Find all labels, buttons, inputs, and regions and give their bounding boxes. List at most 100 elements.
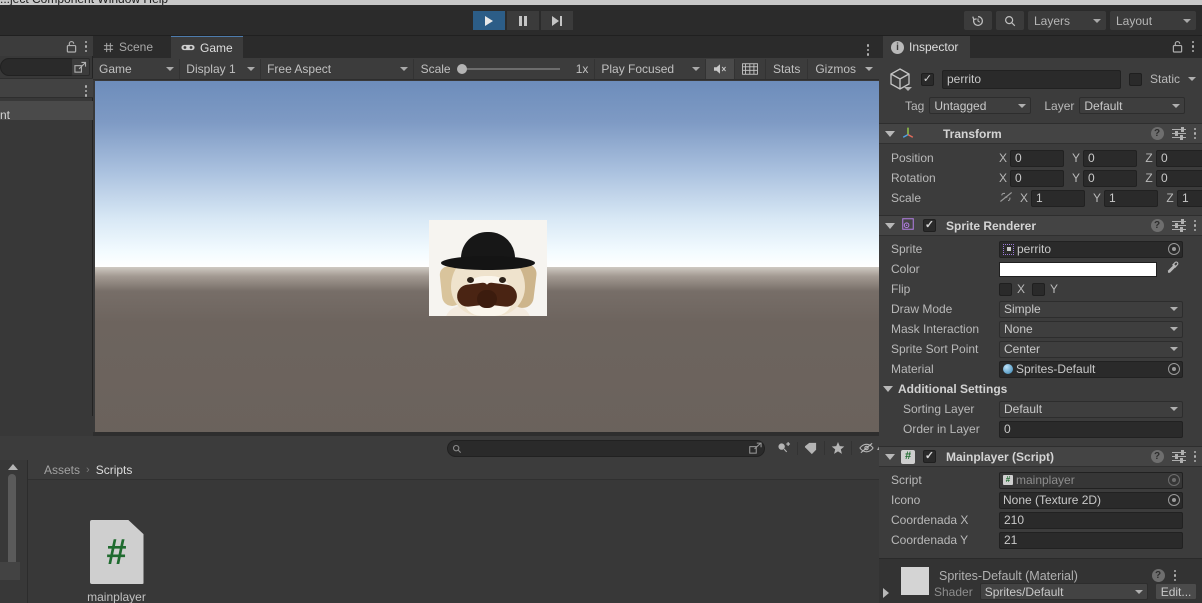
coordenada-y-input[interactable]: 21: [999, 531, 1183, 549]
mask-dropdown[interactable]: None: [999, 320, 1183, 338]
aspect-dropdown[interactable]: Free Aspect: [261, 58, 414, 79]
sprite-objectfield[interactable]: perrito: [999, 240, 1183, 258]
lock-icon[interactable]: [66, 40, 77, 53]
search-expand-icon[interactable]: [749, 442, 762, 458]
step-button[interactable]: [541, 11, 573, 30]
eyedropper-icon[interactable]: [1165, 260, 1179, 278]
tab-game[interactable]: Game: [171, 36, 243, 58]
component-header-sprite-renderer[interactable]: ✓ Sprite Renderer ?: [879, 215, 1202, 236]
foldout-icon[interactable]: [885, 222, 895, 229]
kebab-menu-icon[interactable]: [1193, 450, 1196, 463]
presets-icon[interactable]: [1171, 126, 1186, 140]
play-button[interactable]: [473, 11, 505, 30]
position-y-input[interactable]: 0: [1083, 149, 1137, 167]
coordenada-x-input[interactable]: 210: [999, 511, 1183, 529]
material-foldout-icon[interactable]: [883, 588, 889, 598]
edit-shader-button[interactable]: Edit...: [1154, 583, 1198, 600]
layer-dropdown[interactable]: Default: [1079, 97, 1186, 114]
kebab-menu-icon[interactable]: [84, 40, 87, 53]
breadcrumb-assets[interactable]: Assets: [44, 463, 80, 477]
scale-y-input[interactable]: 1: [1104, 189, 1158, 207]
kebab-menu-icon[interactable]: [1173, 569, 1176, 582]
shader-dropdown[interactable]: Sprites/Default: [979, 583, 1148, 600]
favorite-icon[interactable]: [824, 441, 851, 455]
lock-icon[interactable]: [1172, 40, 1183, 53]
scale-x-input[interactable]: 1: [1031, 189, 1085, 207]
flip-x-checkbox[interactable]: ✓: [999, 282, 1012, 296]
foldout-icon[interactable]: [885, 130, 895, 137]
scale-z-input[interactable]: 1: [1177, 189, 1202, 207]
project-folder-tree[interactable]: [0, 460, 28, 603]
kebab-menu-icon[interactable]: [1193, 219, 1196, 232]
object-picker-icon[interactable]: [1168, 494, 1180, 506]
mainplayer-enabled-checkbox[interactable]: ✓: [923, 450, 936, 463]
game-view-render[interactable]: [95, 81, 879, 452]
position-x[interactable]: X 0: [999, 149, 1064, 167]
mute-audio-icon[interactable]: [705, 58, 735, 79]
kebab-menu-icon[interactable]: [84, 85, 87, 97]
gizmos-button[interactable]: Gizmos: [808, 58, 863, 79]
position-x-input[interactable]: 0: [1010, 149, 1064, 167]
position-y[interactable]: Y 0: [1072, 149, 1137, 167]
hierarchy-tabstrip[interactable]: [0, 36, 93, 56]
static-dropdown-icon[interactable]: [1188, 77, 1196, 81]
project-search-input[interactable]: [447, 439, 765, 458]
help-icon[interactable]: ?: [1150, 127, 1164, 140]
kebab-menu-icon[interactable]: [1193, 127, 1196, 140]
object-picker-icon[interactable]: [1168, 363, 1180, 375]
frame-debug-icon[interactable]: [734, 58, 766, 79]
rotation-x-input[interactable]: 0: [1010, 169, 1064, 187]
order-input[interactable]: 0: [999, 420, 1183, 438]
pause-button[interactable]: [507, 11, 539, 30]
scale-z[interactable]: Z 1: [1166, 189, 1202, 207]
layout-dropdown[interactable]: Layout: [1110, 11, 1196, 30]
position-z-input[interactable]: 0: [1156, 149, 1202, 167]
history-icon[interactable]: [964, 11, 992, 30]
constrain-proportions-off-icon[interactable]: [999, 191, 1014, 206]
help-icon[interactable]: ?: [1150, 450, 1164, 463]
panel-splitter[interactable]: [93, 432, 879, 436]
position-z[interactable]: Z 0: [1145, 149, 1202, 167]
project-tree-row-highlight[interactable]: [0, 562, 20, 580]
rotation-y-input[interactable]: 0: [1083, 169, 1137, 187]
scale-x[interactable]: X 1: [1020, 189, 1085, 207]
rotation-z-input[interactable]: 0: [1156, 169, 1202, 187]
tree-scrollbar[interactable]: [8, 474, 16, 572]
stats-button[interactable]: Stats: [765, 58, 809, 79]
rotation-x[interactable]: X 0: [999, 169, 1064, 187]
search-icon[interactable]: [996, 11, 1024, 30]
component-header-mainplayer[interactable]: # ✓ Mainplayer (Script) ?: [879, 446, 1202, 467]
hierarchy-expand-icon[interactable]: [71, 58, 90, 76]
material-objectfield[interactable]: Sprites-Default: [999, 360, 1183, 378]
chevron-down-icon[interactable]: [904, 87, 912, 91]
draw-mode-dropdown[interactable]: Simple: [999, 300, 1183, 318]
help-icon[interactable]: ?: [1150, 219, 1164, 232]
gizmos-dropdown[interactable]: [863, 58, 879, 79]
layers-dropdown[interactable]: Layers: [1028, 11, 1106, 30]
kebab-menu-icon[interactable]: [866, 44, 869, 56]
tab-scene[interactable]: Scene: [93, 36, 163, 58]
gameobject-name-input[interactable]: perrito: [942, 69, 1121, 89]
scale-slider-handle[interactable]: [456, 63, 467, 74]
presets-icon[interactable]: [1171, 218, 1186, 232]
color-swatch[interactable]: [999, 261, 1157, 277]
presets-icon[interactable]: [1171, 449, 1186, 463]
tab-inspector[interactable]: i Inspector: [883, 36, 971, 58]
kebab-menu-icon[interactable]: [1191, 40, 1194, 53]
hierarchy-scene-row[interactable]: [0, 78, 93, 98]
label-filter-icon[interactable]: [797, 441, 824, 455]
static-checkbox[interactable]: ✓: [1128, 72, 1142, 86]
scale-y[interactable]: Y 1: [1093, 189, 1158, 207]
breadcrumb-scripts[interactable]: Scripts: [96, 463, 133, 477]
flip-y-checkbox[interactable]: ✓: [1032, 282, 1046, 296]
foldout-icon[interactable]: [883, 386, 893, 392]
component-header-transform[interactable]: Transform ?: [879, 123, 1202, 144]
play-mode-dropdown[interactable]: Play Focused: [594, 58, 706, 79]
gameobject-enabled-checkbox[interactable]: ✓: [921, 72, 934, 86]
help-icon[interactable]: ?: [1151, 569, 1165, 582]
sorting-layer-dropdown[interactable]: Default: [999, 400, 1183, 418]
game-view-dropdown[interactable]: Game: [93, 58, 181, 79]
sprite-renderer-enabled-checkbox[interactable]: ✓: [923, 219, 936, 232]
display-dropdown[interactable]: Display 1: [180, 58, 262, 79]
additional-settings-foldout[interactable]: Additional Settings: [879, 379, 1202, 399]
